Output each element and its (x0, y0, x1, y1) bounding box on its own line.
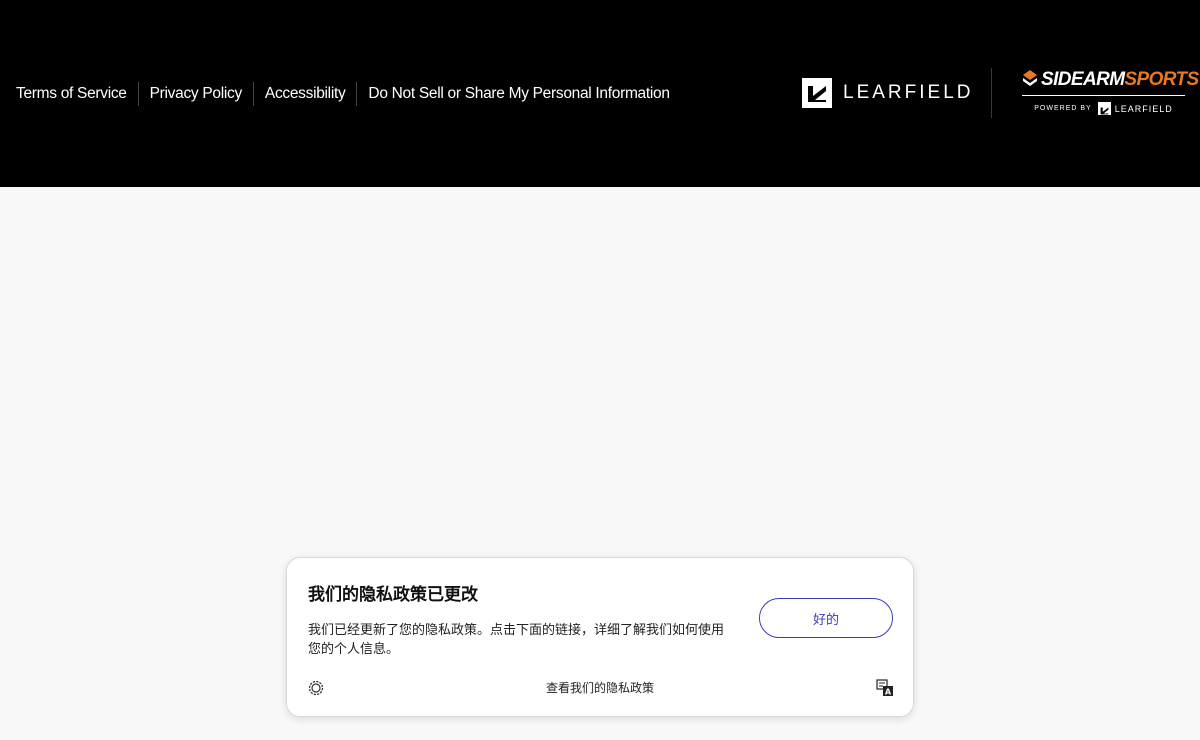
banner-title: 我们的隐私政策已更改 (308, 585, 478, 605)
privacy-policy-banner: 我们的隐私政策已更改 我们已经更新了您的隐私政策。点击下面的链接，详细了解我们如… (286, 557, 914, 717)
terms-of-service-link[interactable]: Terms of Service (16, 82, 127, 106)
view-privacy-policy-link[interactable]: 查看我们的隐私政策 (546, 681, 654, 695)
powered-brand: LEARFIELD (1114, 103, 1173, 114)
link-divider (252, 82, 254, 106)
sidearm-wordmark-white: SIDEARM (1041, 69, 1125, 90)
link-divider (356, 82, 358, 106)
link-divider (137, 82, 139, 106)
footer-links: Terms of Service Privacy Policy Accessib… (16, 82, 670, 106)
powered-by-learfield: POWERED BY LEARFIELD (1022, 102, 1185, 115)
banner-body: 我们已经更新了您的隐私政策。点击下面的链接，详细了解我们如何使用您的个人信息。 (308, 623, 725, 657)
learfield-mini-icon (1097, 102, 1111, 115)
sidearm-diamond-icon (1022, 69, 1038, 91)
view-policy-link-row: 查看我们的隐私政策 (287, 679, 913, 696)
accessibility-link[interactable]: Accessibility (265, 82, 346, 106)
powered-by-label: POWERED BY (1034, 105, 1092, 112)
ok-button[interactable]: 好的 (759, 598, 893, 638)
learfield-logo-link[interactable]: LEARFIELD (802, 78, 973, 108)
do-not-sell-link[interactable]: Do Not Sell or Share My Personal Informa… (368, 82, 670, 106)
sidearm-wordmark-orange: SPORTS (1124, 69, 1199, 90)
sidearm-wordmark: SIDEARMSPORTS (1041, 69, 1199, 91)
translate-icon[interactable]: A (876, 679, 894, 697)
logo-divider (991, 68, 992, 118)
learfield-wordmark: LEARFIELD (843, 82, 974, 103)
svg-text:A: A (885, 688, 892, 697)
privacy-policy-link[interactable]: Privacy Policy (150, 82, 243, 106)
sidearm-rule (1022, 95, 1185, 96)
sidearm-sports-logo-link[interactable]: SIDEARMSPORTS POWERED BY LEARFIELD (1022, 68, 1199, 118)
site-footer: Terms of Service Privacy Policy Accessib… (0, 0, 1200, 187)
learfield-mark-icon (802, 78, 832, 108)
